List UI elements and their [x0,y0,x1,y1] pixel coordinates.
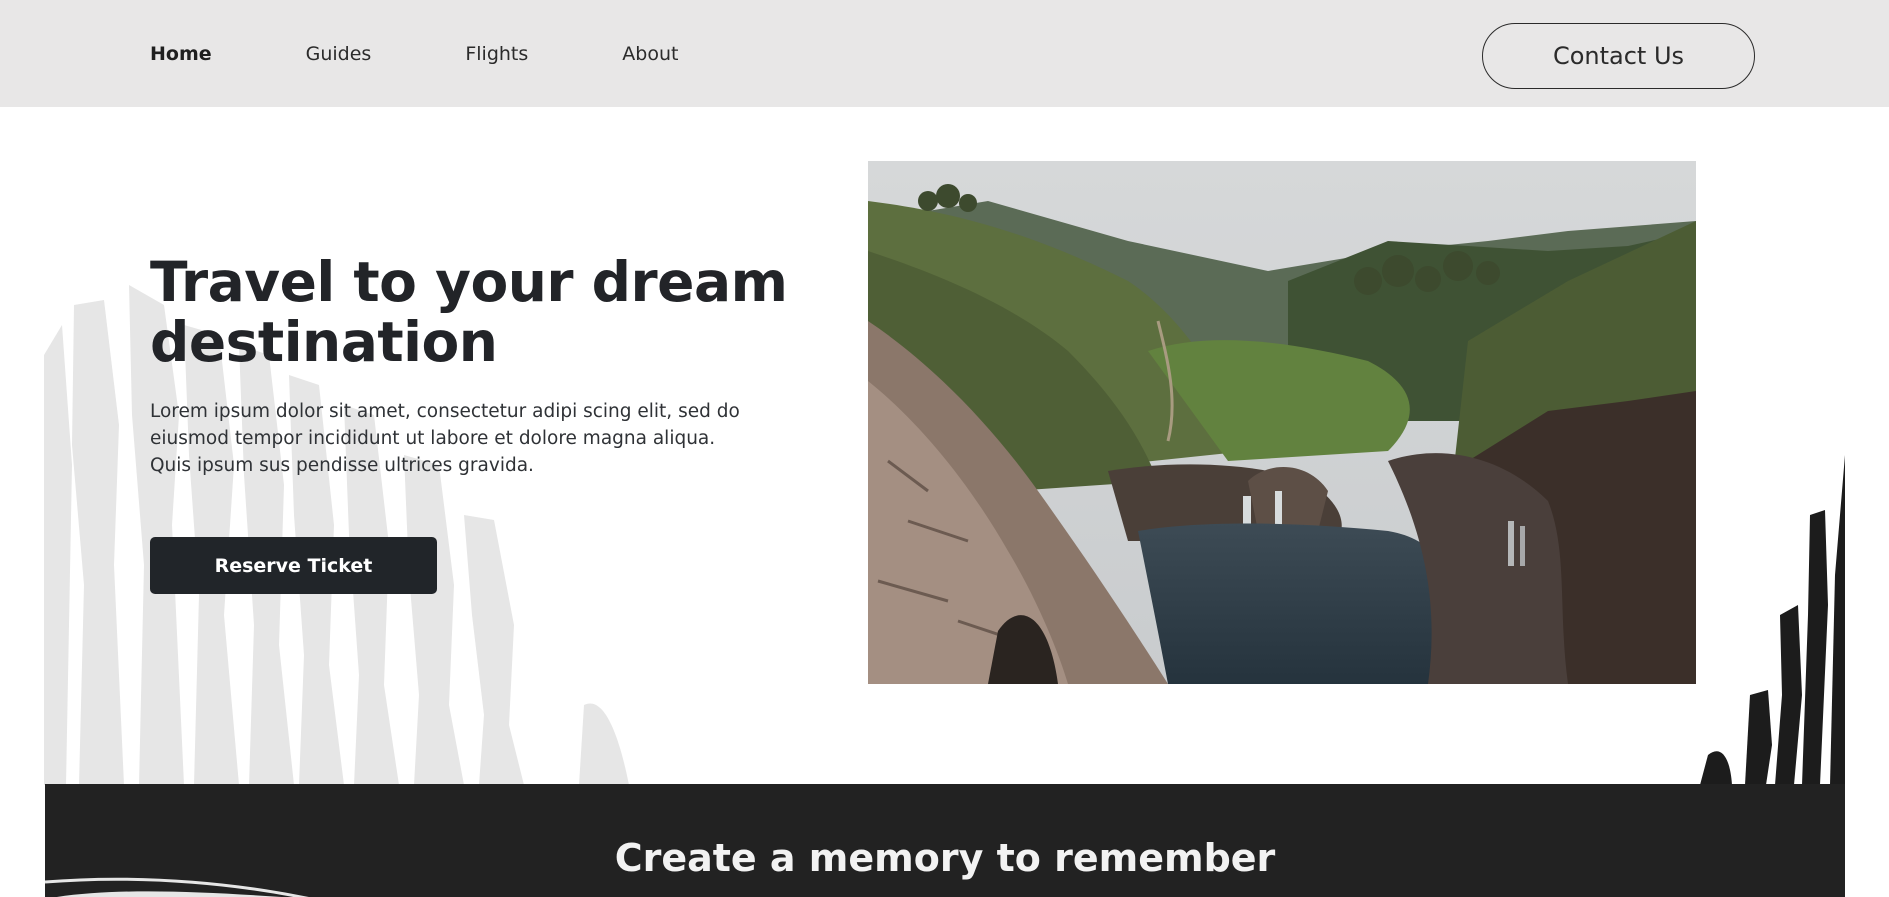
nav-link-guides[interactable]: Guides [306,43,372,65]
nav-link-home[interactable]: Home [150,43,212,65]
nav-link-flights[interactable]: Flights [465,43,528,65]
navbar: Home Guides Flights About Contact Us [0,0,1889,107]
contact-us-button[interactable]: Contact Us [1482,23,1755,89]
hero-description: Lorem ipsum dolor sit amet, consectetur … [150,401,740,476]
hero-landscape-image [868,161,1696,684]
memory-section: Create a memory to remember [45,784,1845,897]
nav-link-about[interactable]: About [622,43,678,65]
page: Home Guides Flights About Contact Us Tra… [0,0,1889,897]
landscape-illustration [868,161,1696,684]
reserve-ticket-button[interactable]: Reserve Ticket [150,537,437,594]
section-title: Create a memory to remember [614,836,1276,880]
brush-strokes-right-decoration [1700,455,1845,785]
hero-title: Travel to your dream destination [150,250,788,374]
nav-links: Home Guides Flights About [150,0,772,107]
